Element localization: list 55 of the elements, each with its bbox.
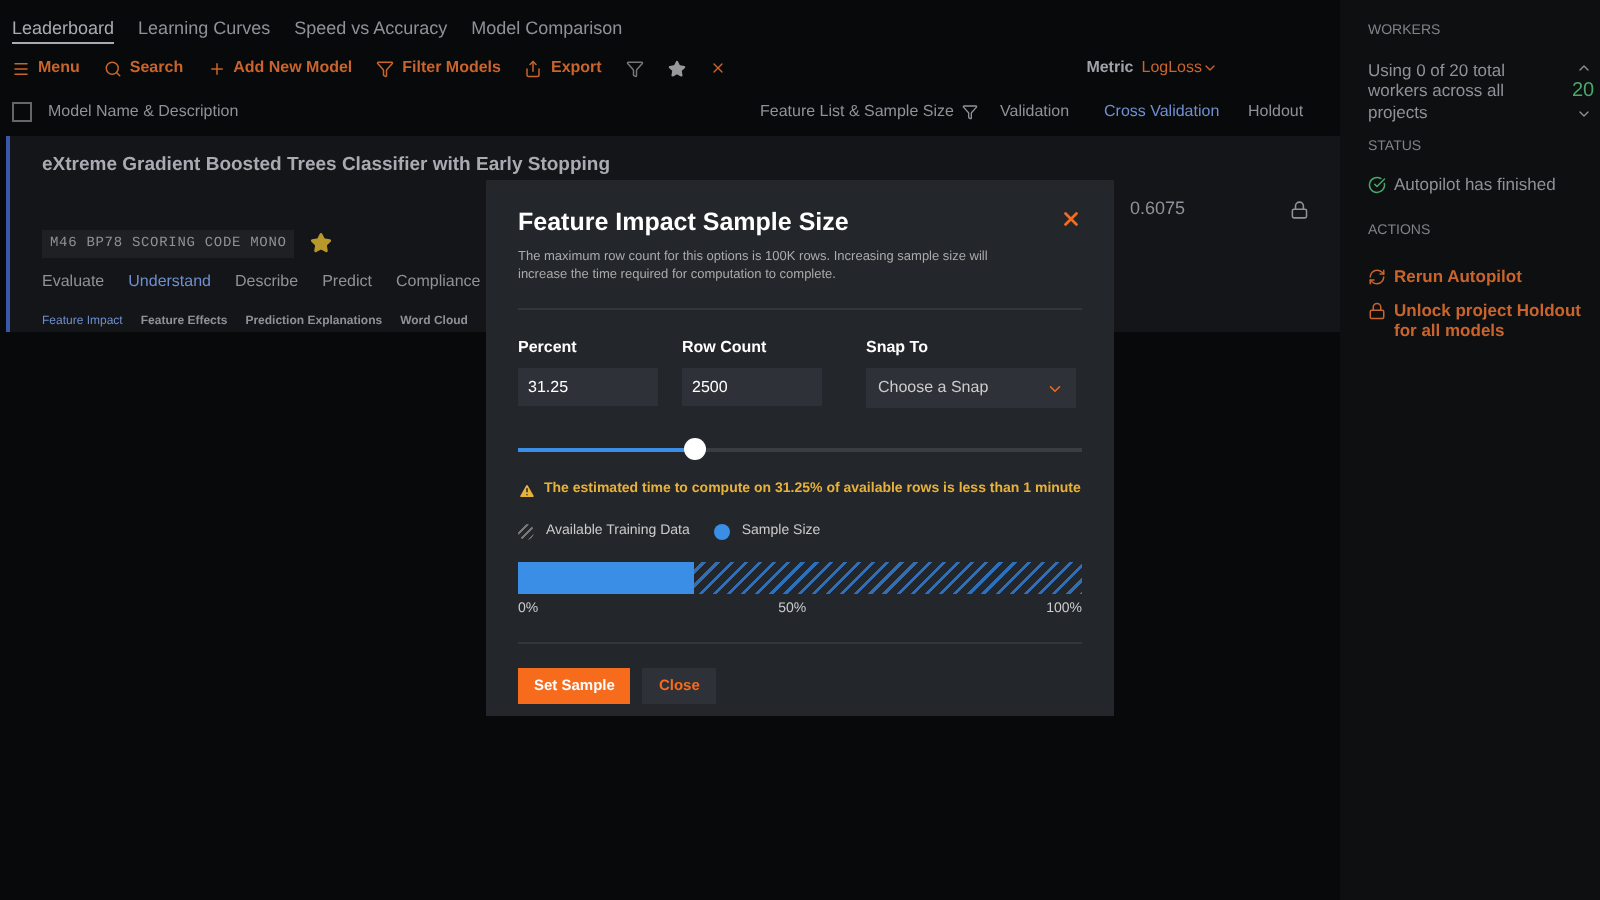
filter-icon [961, 104, 978, 120]
model-title[interactable]: eXtreme Gradient Boosted Trees Classifier with Early Stopping [42, 152, 931, 181]
column-header: Feature List & Sample Size [760, 100, 1000, 124]
lock-icon [1289, 200, 1308, 220]
toolbar-button[interactable]: Export [524, 56, 602, 80]
warning-icon [518, 482, 536, 501]
input-field[interactable]: 2500 [682, 368, 822, 407]
column-header: Cross Validation [1104, 100, 1222, 124]
model-tab[interactable]: Understand [128, 270, 211, 294]
sidebar-action[interactable]: Rerun Autopilot [1368, 266, 1522, 288]
menu-icon [12, 59, 30, 77]
plus-icon [207, 59, 226, 77]
field-label: Row Count [682, 336, 769, 361]
model-tab[interactable]: Evaluate [42, 270, 105, 294]
search-icon [103, 59, 122, 77]
workers-count: 20 [1572, 77, 1595, 106]
toolbar-button[interactable]: Search [103, 56, 184, 80]
model-tab[interactable]: Describe [235, 270, 299, 294]
column-header: Model Name & Description [48, 100, 241, 124]
snap-dropdown[interactable]: Choose a Snap [866, 368, 1076, 409]
column-header: Holdout [1248, 100, 1304, 124]
dialog-title: Feature Impact Sample Size [518, 206, 849, 240]
input-field[interactable]: 31.25 [518, 368, 658, 407]
metric-dropdown[interactable]: LogLoss [1141, 56, 1218, 80]
metric-label: Metric [1086, 56, 1134, 80]
toolbar-button[interactable]: Add New Model [207, 56, 353, 80]
close-icon[interactable] [1060, 208, 1082, 230]
field-label: Snap To [866, 336, 930, 361]
check-circle-icon [1368, 175, 1386, 194]
filter-icon [376, 59, 395, 77]
lock-icon [1368, 301, 1386, 320]
close-icon[interactable] [709, 60, 726, 76]
sidebar-action[interactable]: Unlock project Holdout for all models [1368, 299, 1584, 342]
nav-tab[interactable]: Speed vs Accuracy [294, 16, 448, 44]
nav-tab[interactable]: Learning Curves [138, 16, 271, 44]
select-checkbox[interactable] [12, 102, 32, 122]
export-icon [524, 59, 543, 77]
model-tab[interactable]: Compliance [395, 270, 481, 294]
column-header: Validation [1000, 100, 1072, 124]
hatched-swatch [518, 524, 534, 541]
validation-score: 0.6075 [1130, 196, 1186, 220]
star-icon[interactable] [667, 59, 686, 77]
toolbar-button[interactable]: Filter Models [376, 56, 501, 80]
model-tab[interactable]: Predict [322, 270, 372, 294]
slider-thumb[interactable] [684, 438, 707, 461]
toolbar-button[interactable]: Menu [12, 56, 80, 80]
filter-icon[interactable] [625, 59, 644, 77]
nav-tab[interactable]: Model Comparison [471, 16, 623, 44]
nav-tab[interactable]: Leaderboard [12, 15, 115, 45]
workers-text: Using 0 of 20 total workers across all projects [1368, 59, 1508, 123]
chevron-down-icon [1202, 60, 1218, 76]
status-text: Autopilot has finished [1394, 171, 1556, 198]
field-label: Percent [518, 336, 579, 361]
star-icon[interactable] [310, 232, 333, 255]
refresh-icon [1368, 268, 1386, 287]
